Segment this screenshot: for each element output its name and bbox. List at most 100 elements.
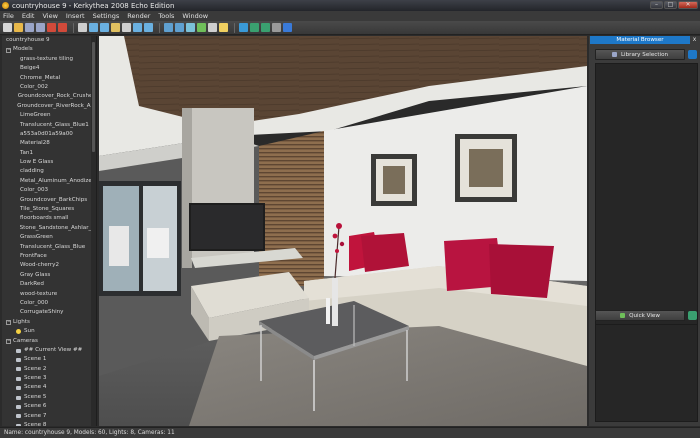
tree-item-model[interactable]: Groundcover_RiverRock_Am (2, 102, 96, 111)
menu-view[interactable]: View (42, 12, 57, 20)
solid-view-icon[interactable] (164, 23, 173, 32)
menu-tools[interactable]: Tools (158, 12, 174, 20)
close-button[interactable]: ✕ (678, 1, 698, 9)
tree-item-model[interactable]: a553a0d01a59a00 (2, 130, 96, 139)
tree-item-label: Color_000 (20, 299, 49, 306)
tree-item-camera[interactable]: Scene 3 (2, 374, 96, 383)
tree-group-models[interactable]: − Models (2, 45, 96, 54)
tree-item-model[interactable]: Color_000 (2, 299, 96, 308)
tree-item-model[interactable]: Metal_Aluminum_Anodized (2, 177, 96, 186)
tree-item-model[interactable]: FrontFace (2, 252, 96, 261)
tree-item-label: Tan1 (20, 149, 34, 156)
tree-item-label: DarkRed (20, 281, 44, 288)
minimize-button[interactable]: – (650, 1, 663, 9)
render-viewport[interactable] (99, 36, 587, 426)
tree-item-model[interactable]: Beige4 (2, 64, 96, 73)
tree-item-model[interactable]: LimeGreen (2, 111, 96, 120)
redo-icon[interactable] (58, 23, 67, 32)
tree-item-model[interactable]: Translucent_Glass_Blue (2, 243, 96, 252)
tree-item-model[interactable]: Groundcover_Rock_Crushed (2, 92, 96, 101)
select-icon[interactable] (78, 23, 87, 32)
rotate-icon[interactable] (100, 23, 109, 32)
tree-item-camera[interactable]: Scene 6 (2, 402, 96, 411)
library-selection-button[interactable]: Library Selection (595, 49, 685, 60)
tree-item-label: Low E Glass (20, 159, 54, 166)
tree-item-model[interactable]: Low E Glass (2, 158, 96, 167)
render-region-icon[interactable] (261, 23, 270, 32)
tree-item-model[interactable]: DarkRed (2, 280, 96, 289)
menu-window[interactable]: Window (182, 12, 208, 20)
tree-item-model[interactable]: Stone_Sandstone_Ashlar_Li (2, 224, 96, 233)
tree-item-camera[interactable]: Scene 2 (2, 365, 96, 374)
menu-render[interactable]: Render (127, 12, 150, 20)
pan-icon[interactable] (111, 23, 120, 32)
tree-item-model[interactable]: GrassGreen (2, 233, 96, 242)
quick-view-area[interactable] (595, 324, 698, 422)
tree-root[interactable]: countryhouse 9 (2, 36, 96, 45)
refresh-library-icon[interactable] (688, 50, 697, 59)
material-browser-panel: Material Browser x Library Selection Qui… (589, 36, 700, 426)
tree-item-label: Scene 1 (24, 356, 47, 363)
tree-item-model[interactable]: wood-texture (2, 290, 96, 299)
tree-item-camera[interactable]: Scene 5 (2, 393, 96, 402)
collapse-icon[interactable]: − (6, 338, 11, 344)
tree-item-camera[interactable]: Scene 8 (2, 421, 96, 426)
panel-close-icon[interactable]: x (691, 36, 698, 44)
orbit-icon[interactable] (133, 23, 142, 32)
tree-group-cameras[interactable]: − Cameras (2, 337, 96, 346)
wire-view-icon[interactable] (175, 23, 184, 32)
material-view-icon[interactable] (197, 23, 206, 32)
tree-item-model[interactable]: Material28 (2, 139, 96, 148)
tree-item-model[interactable]: grass-texture tiling (2, 55, 96, 64)
render-icon[interactable] (250, 23, 259, 32)
quick-view-button[interactable]: Quick View (595, 310, 685, 321)
globe-icon[interactable] (239, 23, 248, 32)
tree-item-model[interactable]: floorboards small (2, 214, 96, 223)
camera-icon[interactable] (208, 23, 217, 32)
menu-edit[interactable]: Edit (22, 12, 35, 20)
collapse-icon[interactable]: − (6, 47, 11, 53)
scene-tree: countryhouse 9− Models grass-texture tilin… (2, 36, 96, 426)
window-title: countryhouse 9 - Kerkythea 2008 Echo Edi… (12, 1, 175, 10)
scrollbar-thumb[interactable] (92, 42, 95, 152)
tree-item-model[interactable]: Gray Glass (2, 271, 96, 280)
material-preview-area[interactable] (595, 63, 698, 331)
tree-item-model[interactable]: Tan1 (2, 149, 96, 158)
light-icon[interactable] (219, 23, 228, 32)
undo-icon[interactable] (47, 23, 56, 32)
tree-item-model[interactable]: Chrome_Metal (2, 74, 96, 83)
tree-item-model[interactable]: Color_003 (2, 186, 96, 195)
help-icon[interactable] (283, 23, 292, 32)
tree-item-label: Color_003 (20, 187, 49, 194)
tree-scrollbar[interactable] (91, 36, 96, 426)
tree-item-camera[interactable]: Scene 1 (2, 355, 96, 364)
tree-group-lights[interactable]: − Lights (2, 318, 96, 327)
tree-item-model[interactable]: Tile_Stone_Squares (2, 205, 96, 214)
tree-item-model[interactable]: cladding (2, 167, 96, 176)
tree-item-camera[interactable]: Scene 7 (2, 412, 96, 421)
save-as-icon[interactable] (36, 23, 45, 32)
settings-icon[interactable] (272, 23, 281, 32)
tree-item-model[interactable]: Color_002 (2, 83, 96, 92)
move-icon[interactable] (89, 23, 98, 32)
home-view-icon[interactable] (144, 23, 153, 32)
tree-item-camera[interactable]: Scene 4 (2, 383, 96, 392)
maximize-button[interactable]: □ (664, 1, 677, 9)
open-folder-icon[interactable] (14, 23, 23, 32)
tree-item-model[interactable]: Groundcover_BarkChips (2, 196, 96, 205)
menu-insert[interactable]: Insert (66, 12, 85, 20)
tree-item-model[interactable]: Translucent_Glass_Blue1 (2, 121, 96, 130)
zoom-icon[interactable] (122, 23, 131, 32)
menu-settings[interactable]: Settings (93, 12, 120, 20)
save-icon[interactable] (25, 23, 34, 32)
new-file-icon[interactable] (3, 23, 12, 32)
box-view-icon[interactable] (186, 23, 195, 32)
collapse-icon[interactable]: − (6, 319, 11, 325)
tree-item-model[interactable]: Wood-cherry2 (2, 261, 96, 270)
tree-item-light[interactable]: Sun (2, 327, 96, 336)
tree-item-model[interactable]: CorrugateShiny (2, 308, 96, 317)
library-selection-label: Library Selection (620, 51, 669, 58)
quick-view-toggle-icon[interactable] (688, 311, 697, 320)
menu-file[interactable]: File (3, 12, 14, 20)
tree-item-camera[interactable]: ## Current View ## (2, 346, 96, 355)
